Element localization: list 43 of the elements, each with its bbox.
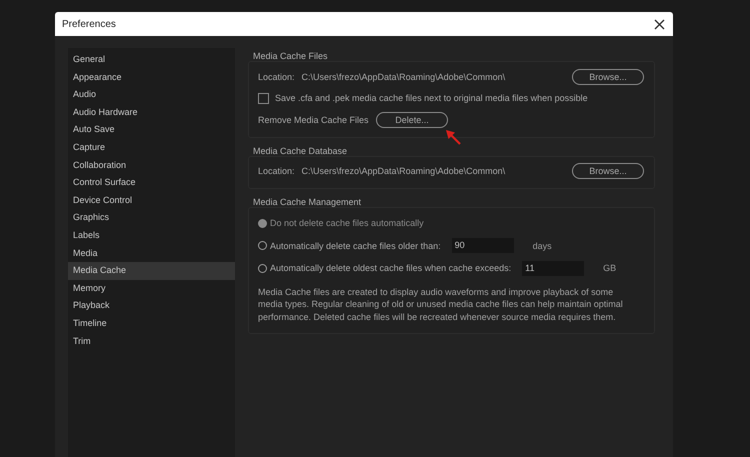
radio-button[interactable] <box>258 218 267 228</box>
sidebar-item[interactable]: Auto Save <box>68 121 235 139</box>
browse-button[interactable]: Browse... <box>572 163 644 180</box>
sidebar-item[interactable]: Playback <box>68 297 235 315</box>
sidebar-item[interactable]: Device Control <box>68 192 235 210</box>
close-icon[interactable] <box>654 18 665 30</box>
location-label: Location: <box>258 166 295 176</box>
location-path: C:\Users\frezo\AppData\Roaming\Adobe\Common\ <box>302 72 506 82</box>
sidebar-item[interactable]: Appearance <box>68 68 235 86</box>
sidebar-item[interactable]: Capture <box>68 138 235 157</box>
delete-button[interactable]: Delete... <box>376 112 448 128</box>
sidebar-item[interactable]: Collaboration <box>68 156 235 174</box>
radio-label: Automatically delete oldest cache files when cache exceeds: <box>270 263 512 274</box>
remove-label: Remove Media Cache Files <box>258 114 370 125</box>
radio-button[interactable] <box>258 264 267 273</box>
description-text: Media Cache files are created to display audio waveforms and improve playback of some media types. Regular cleaning of old or unused media cache files can help maintain optimal performance. Deleted cache files will be recreated whenever source media requires them. <box>258 286 624 324</box>
input-field[interactable]: 90 <box>452 238 514 254</box>
checkbox-label: Save .cfa and .pek media cache files next to original media files when possible <box>275 93 588 104</box>
radio-label: Automatically delete cache files older than: <box>270 240 441 251</box>
sidebar-item[interactable]: Control Surface <box>68 174 235 192</box>
section-title: Media Cache Database <box>252 146 348 156</box>
radio-label: Do not delete cache files automatically <box>270 218 424 228</box>
section-title: Media Cache Management <box>252 197 362 207</box>
unit-label: GB <box>603 263 616 274</box>
sidebar-item[interactable]: Audio <box>68 86 235 104</box>
sidebar-item[interactable]: Audio Hardware <box>68 104 235 122</box>
input-field[interactable]: 11 <box>522 260 584 276</box>
unit-label: days <box>532 240 552 251</box>
location-path: C:\Users\frezo\AppData\Roaming\Adobe\Common\ <box>302 166 506 176</box>
sidebar-item[interactable]: Graphics <box>68 209 235 227</box>
sidebar-item[interactable]: Timeline <box>68 314 235 332</box>
sidebar-item[interactable]: Media Cache <box>68 262 235 280</box>
section-title: Media Cache Files <box>252 51 329 61</box>
sidebar-item[interactable]: Media <box>68 244 235 262</box>
radio-button[interactable] <box>258 241 267 250</box>
checkbox[interactable] <box>258 92 269 104</box>
sidebar-item[interactable]: General <box>68 51 235 69</box>
location-label: Location: <box>258 72 295 82</box>
sidebar-item[interactable]: Labels <box>68 226 235 245</box>
browse-button[interactable]: Browse... <box>572 68 644 85</box>
sidebar-item[interactable]: Trim <box>68 332 235 350</box>
window-title: Preferences <box>62 18 117 30</box>
sidebar-item[interactable]: Memory <box>68 280 235 298</box>
